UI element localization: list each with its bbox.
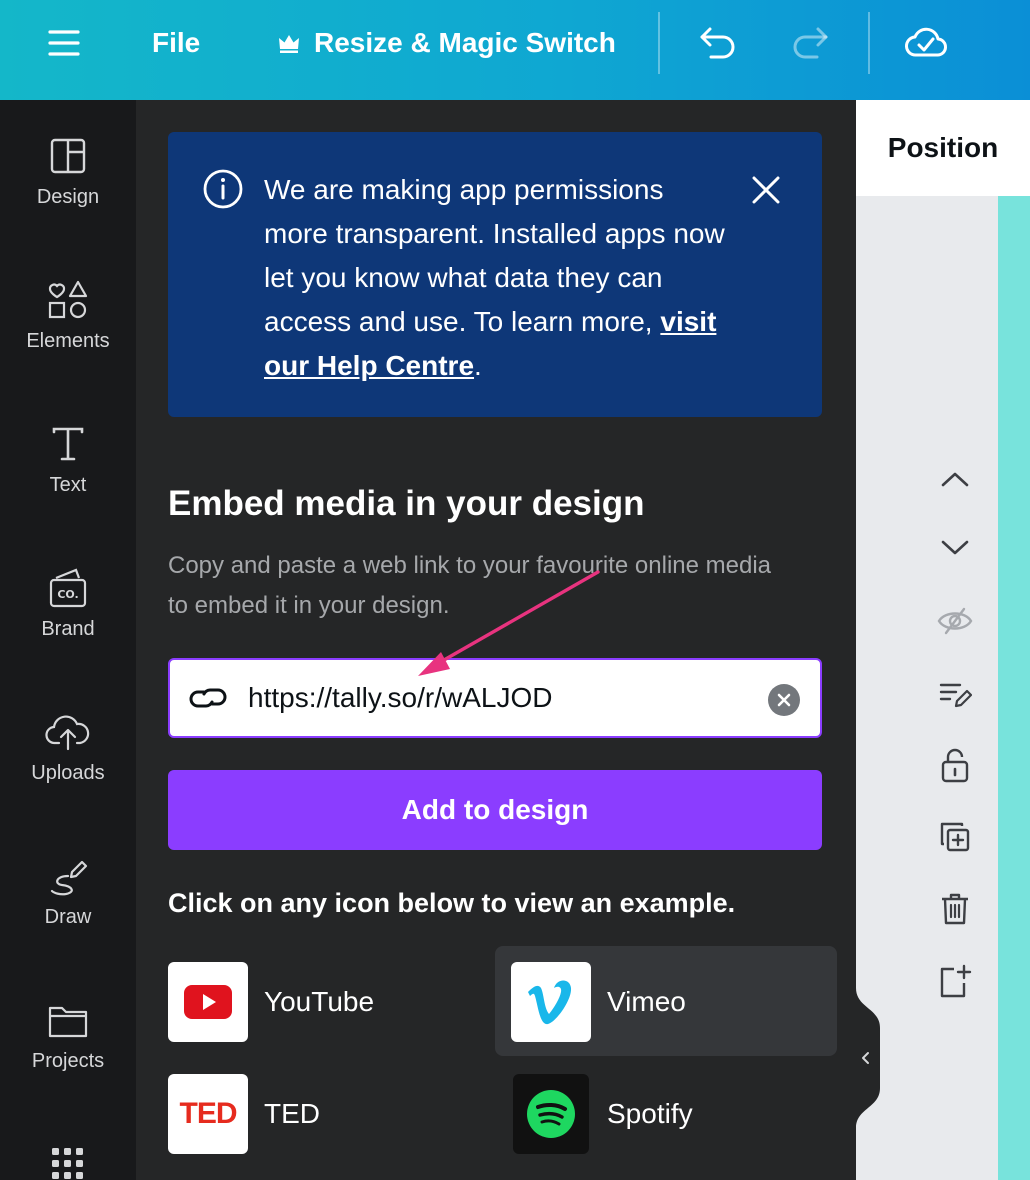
right-panel: Position — [856, 100, 1030, 1180]
sidebar-item-uploads[interactable]: Uploads — [0, 708, 136, 818]
top-bar: File Resize & Magic Switch — [0, 0, 1030, 100]
cloud-check-icon — [905, 27, 947, 57]
resize-magic-switch-button[interactable]: Resize & Magic Switch — [276, 0, 616, 86]
duplicate-button[interactable] — [936, 818, 974, 856]
chevron-left-icon — [862, 1052, 869, 1064]
permissions-notice-banner: We are making app permissions more trans… — [168, 132, 822, 417]
example-youtube[interactable]: YouTube — [168, 946, 488, 1056]
sidebar-item-brand[interactable]: CO. Brand — [0, 564, 136, 674]
undo-button[interactable] — [696, 0, 740, 86]
apps-grid-icon — [44, 1144, 92, 1180]
example-spotify[interactable]: Spotify — [495, 1060, 837, 1170]
left-sidebar: Design Elements Text CO. Brand Uploads D… — [0, 100, 136, 1180]
add-page-button[interactable] — [936, 962, 974, 1000]
svg-text:CO.: CO. — [57, 588, 78, 601]
canvas-preview — [998, 196, 1030, 1180]
embed-panel: We are making app permissions more trans… — [136, 100, 856, 1180]
cloud-upload-icon — [44, 708, 92, 756]
alt-text-button[interactable] — [936, 676, 974, 714]
toolbar-divider — [658, 12, 660, 74]
youtube-logo — [168, 962, 248, 1042]
resize-magic-switch-label: Resize & Magic Switch — [314, 27, 616, 58]
sidebar-item-apps[interactable] — [0, 1144, 136, 1180]
spotify-icon — [527, 1090, 575, 1138]
draw-pen-icon — [44, 852, 92, 900]
embed-description: Copy and paste a web link to your favour… — [168, 552, 772, 619]
redo-icon — [793, 27, 828, 59]
collapse-panel-handle[interactable] — [856, 988, 880, 1128]
clear-url-button[interactable] — [768, 684, 800, 716]
spotify-logo — [513, 1074, 589, 1154]
chevron-down-icon — [941, 540, 969, 555]
chevron-up-icon — [941, 472, 969, 487]
redo-button[interactable] — [788, 0, 832, 86]
sidebar-item-label: Brand — [41, 618, 95, 640]
layout-icon — [44, 132, 92, 180]
crown-icon — [279, 35, 299, 53]
hamburger-icon — [48, 30, 80, 56]
edit-lines-icon — [939, 683, 972, 708]
eye-slash-icon — [937, 607, 973, 635]
shapes-icon — [44, 276, 92, 324]
notice-text: We are making app permissions more trans… — [264, 174, 725, 337]
file-menu[interactable]: File — [152, 0, 200, 86]
sidebar-item-draw[interactable]: Draw — [0, 852, 136, 962]
hide-button[interactable] — [936, 602, 974, 640]
youtube-icon — [184, 985, 232, 1019]
vimeo-icon — [528, 980, 572, 1025]
example-vimeo[interactable]: Vimeo — [495, 946, 837, 1056]
lock-button[interactable] — [936, 746, 974, 784]
sidebar-item-design[interactable]: Design — [0, 132, 136, 242]
example-label: YouTube — [264, 986, 375, 1017]
folder-icon — [44, 996, 92, 1044]
sidebar-item-label: Uploads — [31, 762, 105, 784]
examples-heading: Click on any icon below to view an examp… — [168, 888, 736, 918]
notice-message: We are making app permissions more trans… — [264, 168, 734, 388]
move-forward-button[interactable] — [936, 460, 974, 498]
sidebar-item-elements[interactable]: Elements — [0, 276, 136, 386]
embed-heading: Embed media in your design — [168, 484, 645, 523]
sidebar-item-label: Design — [36, 186, 100, 208]
info-icon — [203, 169, 243, 209]
example-label: TED — [264, 1098, 320, 1129]
position-tab[interactable]: Position — [856, 100, 1030, 196]
close-notice-button[interactable] — [746, 170, 786, 210]
vimeo-logo — [511, 962, 591, 1042]
text-t-icon — [44, 420, 92, 468]
close-icon — [752, 176, 780, 204]
ted-logo: TED — [168, 1074, 248, 1154]
sidebar-item-label: Projects — [31, 1050, 105, 1072]
add-page-icon — [940, 964, 972, 998]
embed-url-input[interactable] — [248, 678, 748, 718]
delete-button[interactable] — [936, 890, 974, 928]
example-ted[interactable]: TED TED — [168, 1060, 488, 1170]
add-to-design-button[interactable]: Add to design — [168, 770, 822, 850]
undo-icon — [700, 27, 735, 59]
link-icon — [189, 688, 227, 708]
sidebar-item-label: Draw — [44, 906, 92, 928]
embed-url-field[interactable] — [168, 658, 822, 738]
example-label: Vimeo — [607, 986, 686, 1017]
brand-kit-icon: CO. — [44, 564, 92, 612]
cloud-save-status-button[interactable] — [902, 0, 950, 86]
sidebar-item-label: Text — [49, 474, 87, 496]
notice-suffix: . — [474, 350, 482, 381]
unlock-icon — [941, 748, 969, 783]
sidebar-item-projects[interactable]: Projects — [0, 996, 136, 1106]
example-label: Spotify — [607, 1098, 693, 1129]
ted-logo-text: TED — [179, 1097, 238, 1130]
move-backward-button[interactable] — [936, 528, 974, 566]
clear-x-icon — [777, 693, 791, 707]
trash-icon — [942, 893, 968, 925]
toolbar-divider — [868, 12, 870, 74]
sidebar-item-text[interactable]: Text — [0, 420, 136, 530]
sidebar-item-label: Elements — [26, 330, 110, 352]
menu-button[interactable] — [44, 0, 84, 86]
duplicate-icon — [940, 822, 970, 852]
